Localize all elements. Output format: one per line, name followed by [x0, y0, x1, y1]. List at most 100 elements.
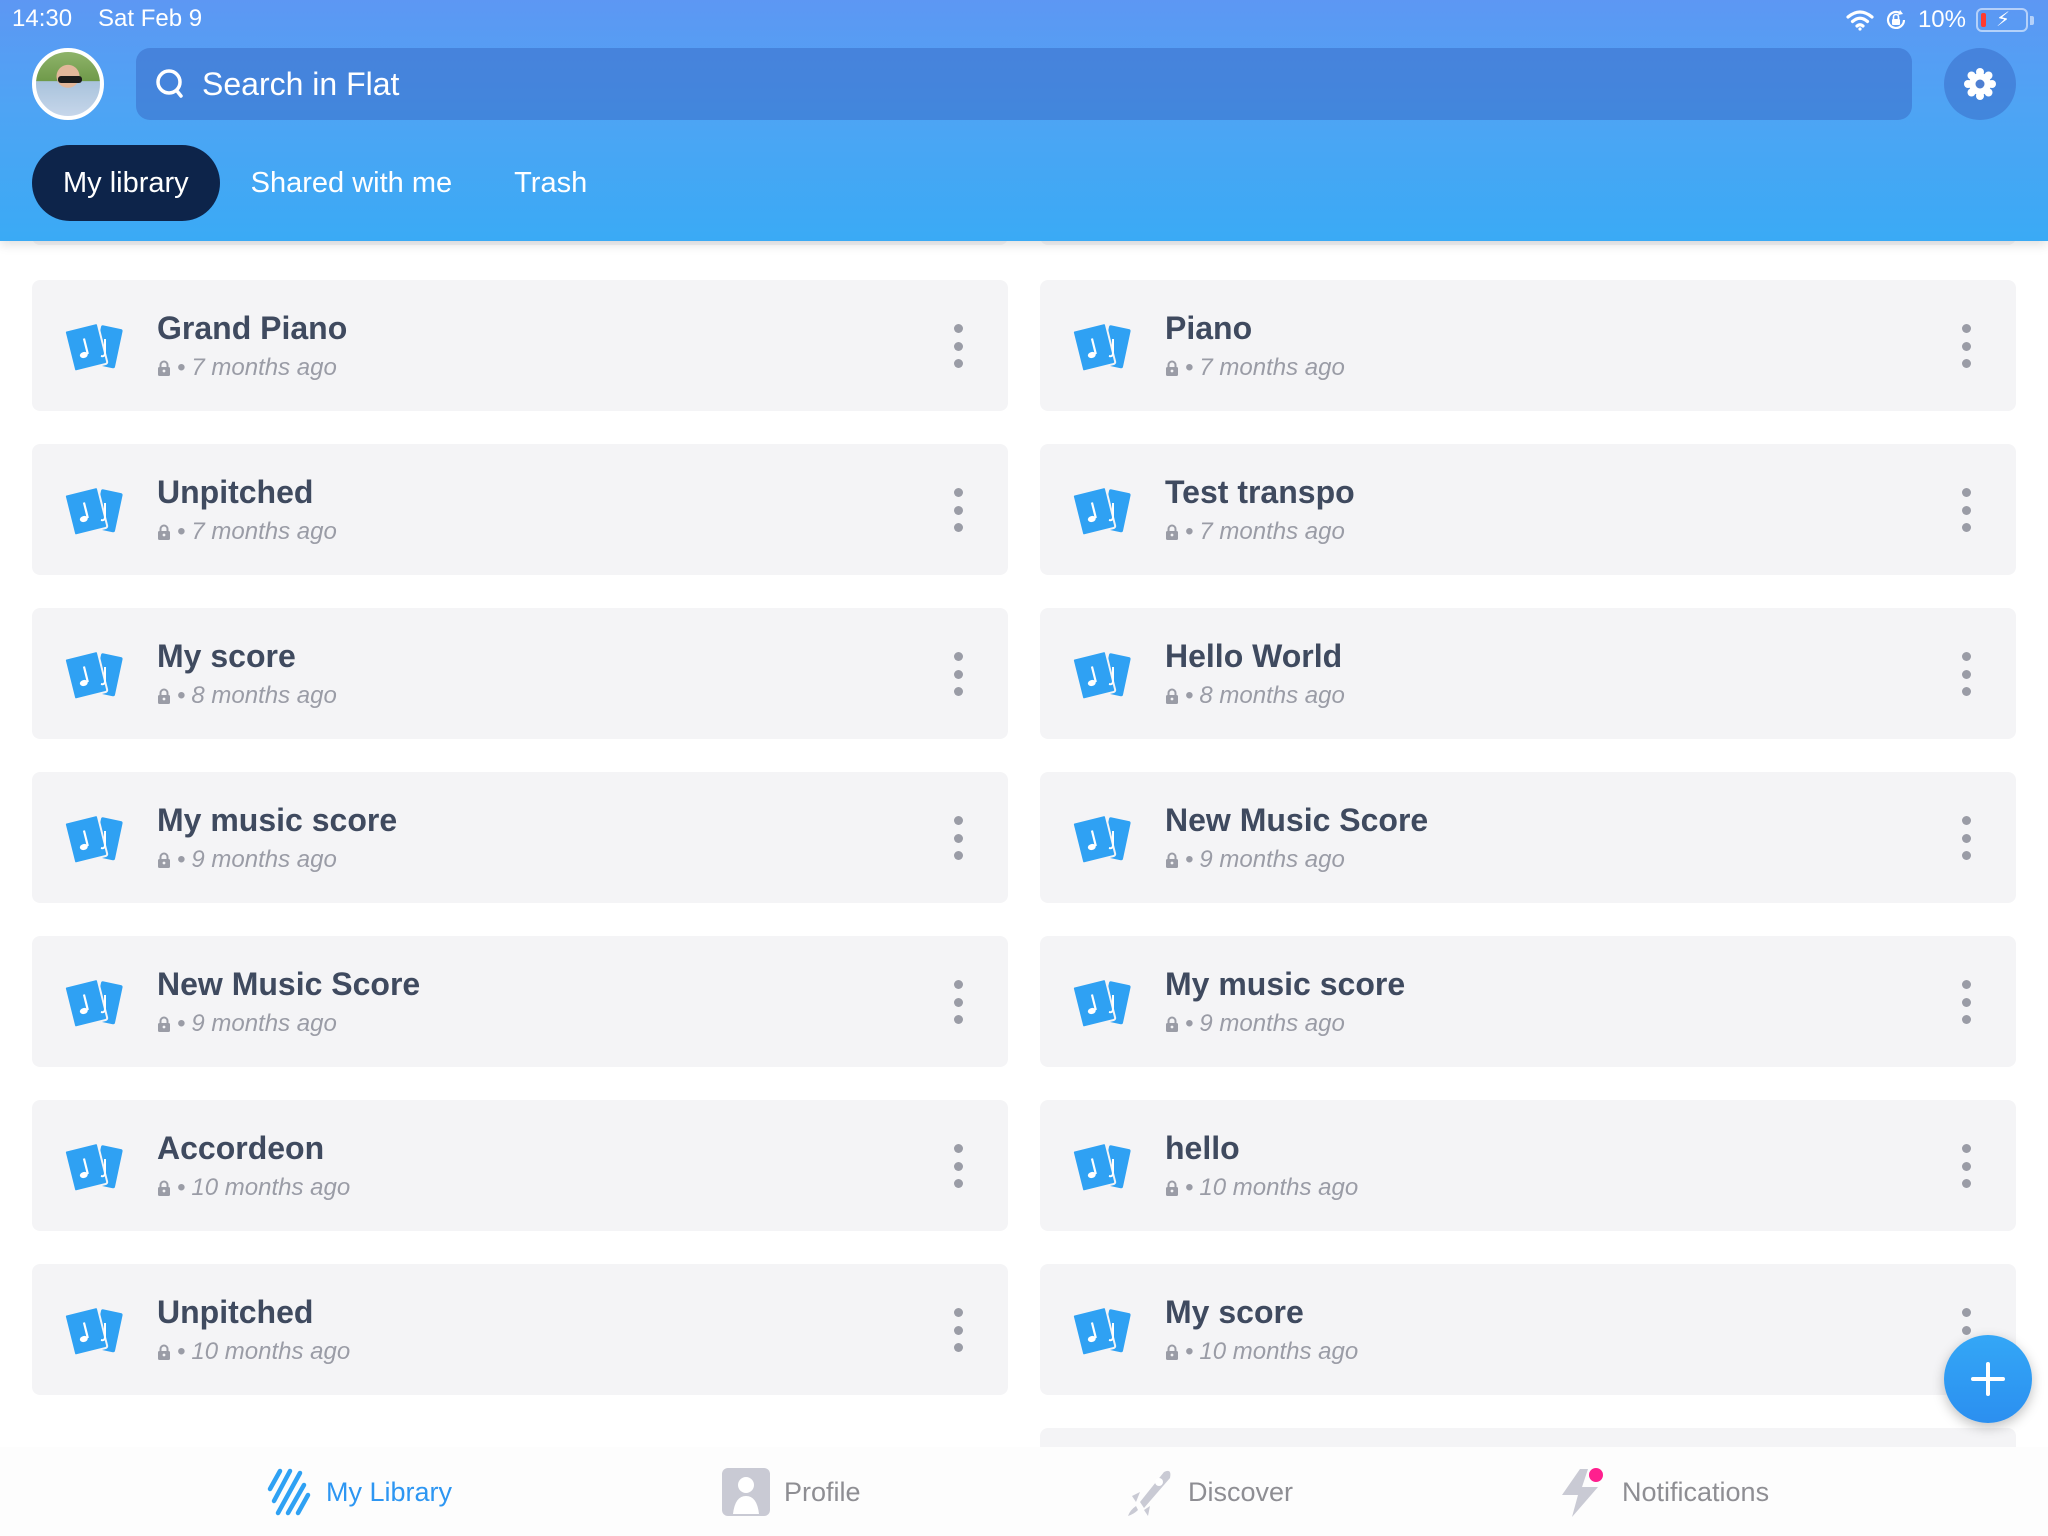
tabbar-notifications[interactable]: Notifications	[1558, 1466, 1770, 1517]
score-icon	[65, 1307, 123, 1355]
score-updated: 8 months ago	[1199, 682, 1345, 709]
score-meta: • 7 months ago	[1165, 354, 1345, 382]
score-updated: 7 months ago	[191, 518, 337, 545]
score-title: My score	[157, 638, 296, 674]
meta-separator: •	[1185, 354, 1194, 381]
score-card[interactable]: Unpitched • 10 months ago	[32, 1264, 1008, 1395]
score-meta: • 7 months ago	[157, 354, 337, 382]
lock-icon	[158, 688, 170, 704]
settings-button[interactable]	[1944, 48, 2016, 120]
score-icon	[1073, 323, 1131, 371]
score-card[interactable]: hello • 10 months ago	[1040, 1100, 2016, 1231]
meta-separator: •	[177, 682, 186, 709]
meta-separator: •	[177, 518, 186, 545]
score-meta: • 10 months ago	[157, 1338, 350, 1366]
tabbar-profile[interactable]: Profile	[722, 1467, 861, 1517]
tabbar-label: Notifications	[1622, 1476, 1770, 1507]
more-options-button[interactable]	[948, 980, 968, 1024]
score-title: Piano	[1165, 310, 1253, 346]
score-icon	[1073, 487, 1131, 535]
tab-trash[interactable]: Trash	[514, 145, 587, 221]
score-updated: 10 months ago	[191, 1338, 351, 1365]
tab-my-library[interactable]: My library	[32, 145, 220, 221]
score-icon	[1073, 1307, 1131, 1355]
meta-separator: •	[177, 1174, 186, 1201]
score-updated: 9 months ago	[191, 1010, 337, 1037]
tabbar-label: Profile	[784, 1476, 861, 1507]
score-title: New Music Score	[157, 966, 421, 1002]
more-options-button[interactable]	[948, 1308, 968, 1352]
score-card-partial[interactable]	[1040, 1428, 2016, 1447]
score-card[interactable]: Grand Piano • 7 months ago	[32, 280, 1008, 411]
score-card[interactable]: My score • 10 months ago	[1040, 1264, 2016, 1395]
score-updated: 10 months ago	[1199, 1338, 1359, 1365]
rocket-icon	[1128, 1470, 1171, 1516]
tab-shared-with-me[interactable]: Shared with me	[251, 145, 453, 221]
more-options-button[interactable]	[948, 652, 968, 696]
meta-separator: •	[1185, 846, 1194, 873]
score-icon	[65, 815, 123, 863]
lock-icon	[1166, 688, 1178, 704]
score-meta: • 10 months ago	[1165, 1174, 1358, 1202]
tabbar-label: Discover	[1188, 1476, 1294, 1507]
score-meta: • 10 months ago	[1165, 1338, 1358, 1366]
new-score-button[interactable]	[1944, 1335, 2032, 1423]
bottom-tab-bar: My Library Profile Discover Notification…	[0, 1447, 2048, 1536]
more-options-button[interactable]	[948, 488, 968, 532]
more-options-button[interactable]	[948, 1144, 968, 1188]
library-tabs: My library Shared with me Trash	[32, 145, 587, 221]
meta-separator: •	[177, 1010, 186, 1037]
score-card[interactable]: Accordeon • 10 months ago	[32, 1100, 1008, 1231]
search-bar[interactable]	[136, 48, 1912, 120]
more-options-button[interactable]	[948, 324, 968, 368]
search-icon	[156, 69, 183, 98]
score-list: Grand Piano • 7 months ago Piano • 7 mon…	[0, 241, 2048, 1447]
more-options-button[interactable]	[948, 816, 968, 860]
orientation-lock-icon	[1886, 10, 1906, 29]
more-options-button[interactable]	[1956, 1144, 1976, 1188]
score-title: My music score	[1165, 966, 1406, 1002]
score-card[interactable]: My music score • 9 months ago	[1040, 936, 2016, 1067]
tabbar-discover[interactable]: Discover	[1126, 1467, 1293, 1517]
score-title: Test transpo	[1165, 474, 1355, 510]
lock-icon	[1166, 1016, 1178, 1032]
meta-separator: •	[1185, 682, 1194, 709]
score-meta: • 8 months ago	[157, 682, 337, 710]
score-card[interactable]: Test transpo • 7 months ago	[1040, 444, 2016, 575]
lock-icon	[158, 1344, 170, 1360]
more-options-button[interactable]	[1956, 652, 1976, 696]
score-card[interactable]: My music score • 9 months ago	[32, 772, 1008, 903]
tabbar-my-library[interactable]: My Library	[266, 1467, 452, 1517]
score-title: Hello World	[1165, 638, 1343, 674]
meta-separator: •	[1185, 1010, 1194, 1037]
score-updated: 7 months ago	[1199, 518, 1345, 545]
score-icon	[65, 487, 123, 535]
more-options-button[interactable]	[1956, 980, 1976, 1024]
status-indicators: 10% ⚡	[1846, 6, 2034, 34]
score-card[interactable]: My score • 8 months ago	[32, 608, 1008, 739]
score-title: Grand Piano	[157, 310, 348, 346]
tabbar-label: My Library	[326, 1476, 453, 1507]
status-time: 14:30	[12, 5, 73, 32]
score-updated: 8 months ago	[191, 682, 337, 709]
status-bar: 14:30 Sat Feb 9 10% ⚡	[0, 0, 2048, 40]
scrolled-card-peek	[32, 241, 1008, 245]
score-icon	[65, 323, 123, 371]
lock-icon	[1166, 1344, 1178, 1360]
score-card[interactable]: New Music Score • 9 months ago	[32, 936, 1008, 1067]
more-options-button[interactable]	[1956, 324, 1976, 368]
scrolled-card-peek	[1040, 241, 2016, 245]
score-icon	[1073, 1143, 1131, 1191]
score-meta: • 7 months ago	[1165, 518, 1345, 546]
more-options-button[interactable]	[1956, 488, 1976, 532]
score-card[interactable]: New Music Score • 9 months ago	[1040, 772, 2016, 903]
score-card[interactable]: Piano • 7 months ago	[1040, 280, 2016, 411]
search-input[interactable]	[202, 48, 1882, 120]
score-title: New Music Score	[1165, 802, 1429, 838]
avatar[interactable]	[32, 48, 104, 120]
more-options-button[interactable]	[1956, 816, 1976, 860]
score-card[interactable]: Unpitched • 7 months ago	[32, 444, 1008, 575]
lock-icon	[1166, 524, 1178, 540]
meta-separator: •	[1185, 1338, 1194, 1365]
score-card[interactable]: Hello World • 8 months ago	[1040, 608, 2016, 739]
